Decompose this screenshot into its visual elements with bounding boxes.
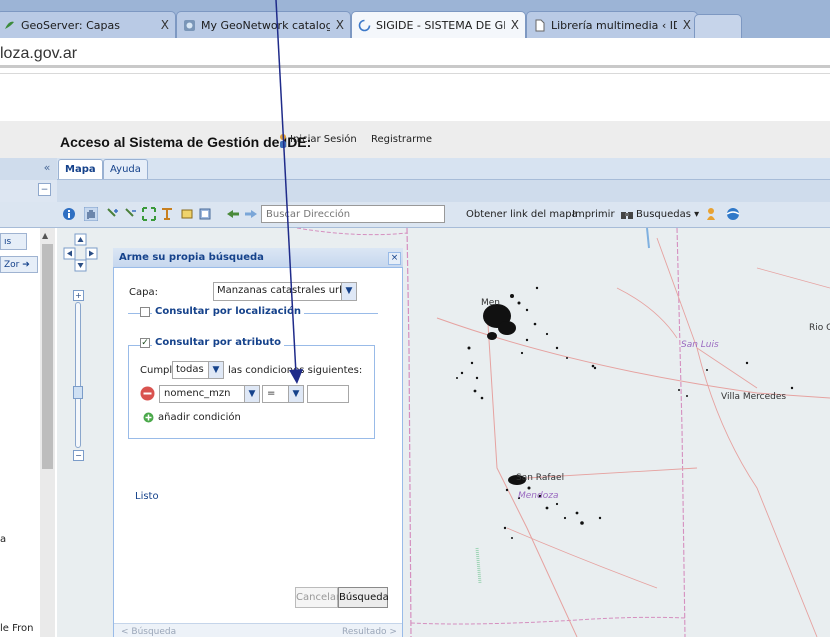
pan-control[interactable] [62, 232, 100, 276]
attribute-field-value[interactable]: nomenc_mzn [164, 388, 231, 399]
zoom-in-button[interactable]: + [73, 290, 84, 301]
zoom-slider-thumb[interactable] [73, 386, 83, 399]
address-search-input[interactable] [261, 205, 445, 223]
zoom-extent-icon[interactable] [142, 207, 156, 221]
zone-button[interactable]: Zor ➔ [0, 256, 38, 273]
chevron-down-icon[interactable]: ▼ [208, 362, 223, 378]
tab-label: SIGIDE - SISTEMA DE GESTI( [376, 18, 505, 32]
close-icon[interactable]: X [511, 18, 519, 32]
collapse-panel-icon[interactable]: « [40, 161, 54, 175]
operator-value[interactable]: = [267, 388, 275, 399]
close-icon[interactable]: X [161, 18, 169, 32]
collapse-tree-icon[interactable]: − [38, 183, 51, 196]
geoserver-favicon-icon [5, 21, 14, 29]
measure-icon[interactable] [160, 207, 174, 221]
status-text: Listo [135, 491, 159, 502]
browser-tab-libreria[interactable]: Librería multimedia ‹ IDEMEN X [526, 11, 698, 38]
browser-tab-geonetwork[interactable]: My GeoNetwork catalogue X [176, 11, 351, 38]
zoom-slider-track[interactable] [75, 302, 81, 448]
page-title: Acceso al Sistema de Gestión de IDE: [60, 134, 312, 150]
scrollbar-thumb[interactable] [42, 244, 53, 469]
login-link[interactable]: Iniciar Sesión [290, 134, 357, 145]
tab-ayuda[interactable]: Ayuda [103, 159, 148, 179]
map-label-san-rafael: San Rafael [516, 473, 565, 483]
layers-icon[interactable] [198, 207, 212, 221]
measure-area-icon[interactable] [180, 207, 194, 221]
map-label-mendoza-province: Mendoza [518, 491, 559, 501]
scroll-up-icon[interactable]: ▲ [42, 231, 48, 240]
chevron-down-icon[interactable]: ▼ [341, 283, 356, 300]
zoom-out-icon[interactable] [124, 207, 138, 221]
geonetwork-favicon-icon [184, 19, 195, 31]
tab-mapa[interactable]: Mapa [58, 159, 103, 179]
back-arrow-icon[interactable] [226, 207, 240, 221]
condition-value-input[interactable] [307, 385, 349, 403]
register-link[interactable]: Registrarme [371, 134, 432, 145]
search-button[interactable]: Búsqueda [338, 587, 389, 608]
location-checkbox[interactable] [140, 307, 150, 317]
zoom-in-icon[interactable] [106, 207, 120, 221]
map-label-villa-mercedes: Villa Mercedes [721, 392, 787, 402]
divider [0, 73, 830, 74]
tab-label: GeoServer: Capas [21, 18, 120, 32]
map-label-mendoza-city: Men [481, 298, 501, 308]
layer-label: Capa: [129, 287, 158, 298]
west-panel-text: le Fron [0, 623, 34, 634]
close-icon[interactable]: X [336, 18, 344, 32]
next-step-button[interactable]: Resultado > [342, 627, 397, 637]
match-mode-value[interactable]: todas [176, 364, 204, 375]
get-map-link-button[interactable]: Obtener link del mapa [466, 209, 578, 220]
new-tab-button[interactable] [694, 14, 742, 38]
url-text[interactable]: loza.gov.ar [0, 45, 77, 63]
close-icon[interactable]: × [388, 252, 401, 265]
previous-step-button[interactable]: < Búsqueda [121, 627, 176, 637]
add-condition-link[interactable]: añadir condición [158, 412, 241, 423]
address-bar[interactable] [0, 38, 830, 68]
zoom-out-button[interactable]: − [73, 450, 84, 461]
attribute-fieldset-label: Consultar por atributo [152, 337, 285, 348]
page-icon [535, 19, 545, 31]
map-label-rio: Rio C [809, 323, 830, 333]
browser-tab-geoserver[interactable]: GeoServer: Capas X [0, 11, 176, 38]
conditions-label: las condiciones siguientes: [228, 365, 363, 376]
map-panel-header [57, 180, 830, 202]
info-icon[interactable] [62, 207, 76, 221]
loading-spinner-icon [358, 19, 371, 31]
add-condition-icon[interactable] [143, 412, 154, 423]
west-panel-text: a [0, 534, 7, 545]
layer-select-value[interactable]: Manzanas catastrales urbana [217, 285, 342, 296]
chevron-down-icon[interactable]: ▼ [288, 386, 303, 402]
attribute-checkbox[interactable]: ✓ [140, 338, 150, 348]
tab-label: Librería multimedia ‹ IDEMEN [551, 18, 677, 32]
print-button[interactable]: Imprimir [572, 209, 615, 220]
searches-menu-button[interactable]: Busquedas ▾ [636, 209, 699, 220]
binoculars-icon [621, 212, 633, 219]
dialog-title: Arme su propia búsqueda [119, 252, 264, 263]
chevron-down-icon[interactable]: ▼ [244, 386, 259, 402]
person-marker-icon[interactable] [704, 207, 718, 221]
remove-condition-icon[interactable] [140, 386, 155, 401]
cancel-button[interactable]: Cancelar [295, 587, 340, 608]
globe-icon[interactable] [726, 207, 740, 221]
pan-hand-icon[interactable] [84, 207, 98, 221]
forward-arrow-icon[interactable] [244, 207, 258, 221]
tab-strip [57, 158, 830, 180]
map-label-san-luis: San Luis [681, 340, 719, 350]
browser-tab-sigide[interactable]: SIGIDE - SISTEMA DE GESTI( X [351, 11, 526, 38]
location-fieldset-label: Consultar por localización [152, 306, 304, 317]
tab-label: My GeoNetwork catalogue [201, 18, 330, 32]
close-icon[interactable]: X [683, 18, 691, 32]
user-icon [280, 134, 286, 148]
west-panel-button[interactable]: ıs [0, 233, 27, 250]
